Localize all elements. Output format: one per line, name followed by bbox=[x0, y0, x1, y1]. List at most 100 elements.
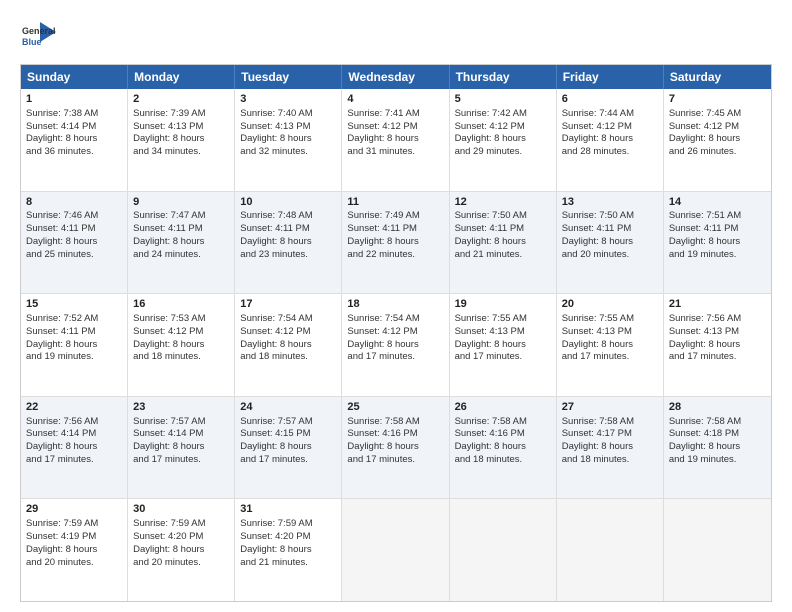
day-info-line: Daylight: 8 hours bbox=[669, 236, 766, 249]
empty-cell bbox=[450, 499, 557, 601]
day-info-line: Sunrise: 7:58 AM bbox=[669, 416, 766, 429]
day-info-line: Daylight: 8 hours bbox=[26, 133, 122, 146]
day-info-line: Daylight: 8 hours bbox=[562, 236, 658, 249]
day-info-line: Daylight: 8 hours bbox=[562, 339, 658, 352]
day-info-line: Sunrise: 7:53 AM bbox=[133, 313, 229, 326]
day-info-line: Sunset: 4:14 PM bbox=[133, 428, 229, 441]
day-info-line: and 24 minutes. bbox=[133, 249, 229, 262]
day-number: 10 bbox=[240, 195, 336, 210]
day-number: 26 bbox=[455, 400, 551, 415]
day-info-line: and 18 minutes. bbox=[562, 454, 658, 467]
day-info-line: Daylight: 8 hours bbox=[133, 544, 229, 557]
day-cell-25: 25Sunrise: 7:58 AMSunset: 4:16 PMDayligh… bbox=[342, 397, 449, 499]
day-info-line: Sunrise: 7:59 AM bbox=[133, 518, 229, 531]
day-info-line: Sunset: 4:11 PM bbox=[562, 223, 658, 236]
day-info-line: Daylight: 8 hours bbox=[240, 339, 336, 352]
day-info-line: Sunset: 4:17 PM bbox=[562, 428, 658, 441]
day-info-line: Daylight: 8 hours bbox=[133, 236, 229, 249]
day-info-line: Sunset: 4:19 PM bbox=[26, 531, 122, 544]
day-info-line: Sunrise: 7:54 AM bbox=[240, 313, 336, 326]
day-info-line: Sunrise: 7:57 AM bbox=[133, 416, 229, 429]
day-info-line: Daylight: 8 hours bbox=[133, 339, 229, 352]
empty-cell bbox=[664, 499, 771, 601]
day-info-line: Sunset: 4:13 PM bbox=[669, 326, 766, 339]
day-number: 28 bbox=[669, 400, 766, 415]
day-info-line: Daylight: 8 hours bbox=[455, 133, 551, 146]
weekday-header-thursday: Thursday bbox=[450, 65, 557, 89]
day-info-line: and 29 minutes. bbox=[455, 146, 551, 159]
day-info-line: Sunset: 4:12 PM bbox=[347, 326, 443, 339]
day-cell-8: 8Sunrise: 7:46 AMSunset: 4:11 PMDaylight… bbox=[21, 192, 128, 294]
day-number: 31 bbox=[240, 502, 336, 517]
day-info-line: and 32 minutes. bbox=[240, 146, 336, 159]
day-info-line: Daylight: 8 hours bbox=[26, 544, 122, 557]
calendar-header: SundayMondayTuesdayWednesdayThursdayFrid… bbox=[21, 65, 771, 89]
day-info-line: Sunset: 4:12 PM bbox=[669, 121, 766, 134]
day-info-line: Sunset: 4:13 PM bbox=[133, 121, 229, 134]
day-info-line: Sunset: 4:11 PM bbox=[347, 223, 443, 236]
day-info-line: Sunset: 4:11 PM bbox=[240, 223, 336, 236]
calendar-body: 1Sunrise: 7:38 AMSunset: 4:14 PMDaylight… bbox=[21, 89, 771, 601]
day-info-line: Daylight: 8 hours bbox=[26, 441, 122, 454]
day-number: 20 bbox=[562, 297, 658, 312]
day-cell-28: 28Sunrise: 7:58 AMSunset: 4:18 PMDayligh… bbox=[664, 397, 771, 499]
day-number: 15 bbox=[26, 297, 122, 312]
day-info-line: Sunset: 4:16 PM bbox=[455, 428, 551, 441]
day-info-line: Sunrise: 7:58 AM bbox=[347, 416, 443, 429]
day-info-line: and 22 minutes. bbox=[347, 249, 443, 262]
day-info-line: Daylight: 8 hours bbox=[562, 133, 658, 146]
day-cell-21: 21Sunrise: 7:56 AMSunset: 4:13 PMDayligh… bbox=[664, 294, 771, 396]
day-info-line: Daylight: 8 hours bbox=[133, 441, 229, 454]
day-info-line: Sunrise: 7:38 AM bbox=[26, 108, 122, 121]
day-info-line: Sunrise: 7:46 AM bbox=[26, 210, 122, 223]
day-info-line: Sunrise: 7:45 AM bbox=[669, 108, 766, 121]
day-number: 3 bbox=[240, 92, 336, 107]
day-cell-12: 12Sunrise: 7:50 AMSunset: 4:11 PMDayligh… bbox=[450, 192, 557, 294]
day-info-line: Sunrise: 7:52 AM bbox=[26, 313, 122, 326]
day-info-line: Sunset: 4:12 PM bbox=[562, 121, 658, 134]
day-info-line: Sunrise: 7:51 AM bbox=[669, 210, 766, 223]
day-info-line: Sunrise: 7:41 AM bbox=[347, 108, 443, 121]
day-info-line: Sunset: 4:11 PM bbox=[26, 223, 122, 236]
day-info-line: Sunrise: 7:59 AM bbox=[26, 518, 122, 531]
day-info-line: Sunrise: 7:55 AM bbox=[562, 313, 658, 326]
day-info-line: and 21 minutes. bbox=[240, 557, 336, 570]
weekday-header-friday: Friday bbox=[557, 65, 664, 89]
day-info-line: and 31 minutes. bbox=[347, 146, 443, 159]
day-info-line: Daylight: 8 hours bbox=[240, 441, 336, 454]
day-info-line: Sunrise: 7:39 AM bbox=[133, 108, 229, 121]
day-info-line: and 18 minutes. bbox=[133, 351, 229, 364]
day-info-line: Sunset: 4:14 PM bbox=[26, 428, 122, 441]
day-number: 7 bbox=[669, 92, 766, 107]
day-cell-13: 13Sunrise: 7:50 AMSunset: 4:11 PMDayligh… bbox=[557, 192, 664, 294]
day-number: 5 bbox=[455, 92, 551, 107]
day-cell-16: 16Sunrise: 7:53 AMSunset: 4:12 PMDayligh… bbox=[128, 294, 235, 396]
day-info-line: Daylight: 8 hours bbox=[562, 441, 658, 454]
day-number: 25 bbox=[347, 400, 443, 415]
day-info-line: Sunset: 4:11 PM bbox=[669, 223, 766, 236]
day-info-line: and 36 minutes. bbox=[26, 146, 122, 159]
day-info-line: Daylight: 8 hours bbox=[347, 133, 443, 146]
day-number: 8 bbox=[26, 195, 122, 210]
calendar-week-3: 15Sunrise: 7:52 AMSunset: 4:11 PM Dayligh… bbox=[21, 293, 771, 396]
day-info-line: Sunrise: 7:58 AM bbox=[562, 416, 658, 429]
day-info-line: Sunrise: 7:49 AM bbox=[347, 210, 443, 223]
day-number: 9 bbox=[133, 195, 229, 210]
day-info-line: Sunset: 4:18 PM bbox=[669, 428, 766, 441]
day-info-line: Sunset: 4:12 PM bbox=[455, 121, 551, 134]
day-info-line: Daylight: 8 hours bbox=[240, 133, 336, 146]
day-info-line: and 19 minutes. bbox=[26, 351, 122, 364]
day-info-line: and 28 minutes. bbox=[562, 146, 658, 159]
day-info-line: Daylight: 8 hours bbox=[347, 236, 443, 249]
calendar-week-5: 29Sunrise: 7:59 AMSunset: 4:19 PMDayligh… bbox=[21, 498, 771, 601]
day-info-line: and 17 minutes. bbox=[240, 454, 336, 467]
day-cell-2: 2Sunrise: 7:39 AMSunset: 4:13 PMDaylight… bbox=[128, 89, 235, 191]
day-cell-26: 26Sunrise: 7:58 AMSunset: 4:16 PMDayligh… bbox=[450, 397, 557, 499]
empty-cell bbox=[557, 499, 664, 601]
day-number: 23 bbox=[133, 400, 229, 415]
day-info-line: Sunset: 4:11 PM bbox=[26, 326, 122, 339]
day-info-line: and 20 minutes. bbox=[26, 557, 122, 570]
day-info-line: Sunrise: 7:50 AM bbox=[455, 210, 551, 223]
day-info-line: Daylight: 8 hours bbox=[669, 133, 766, 146]
day-cell-29: 29Sunrise: 7:59 AMSunset: 4:19 PMDayligh… bbox=[21, 499, 128, 601]
